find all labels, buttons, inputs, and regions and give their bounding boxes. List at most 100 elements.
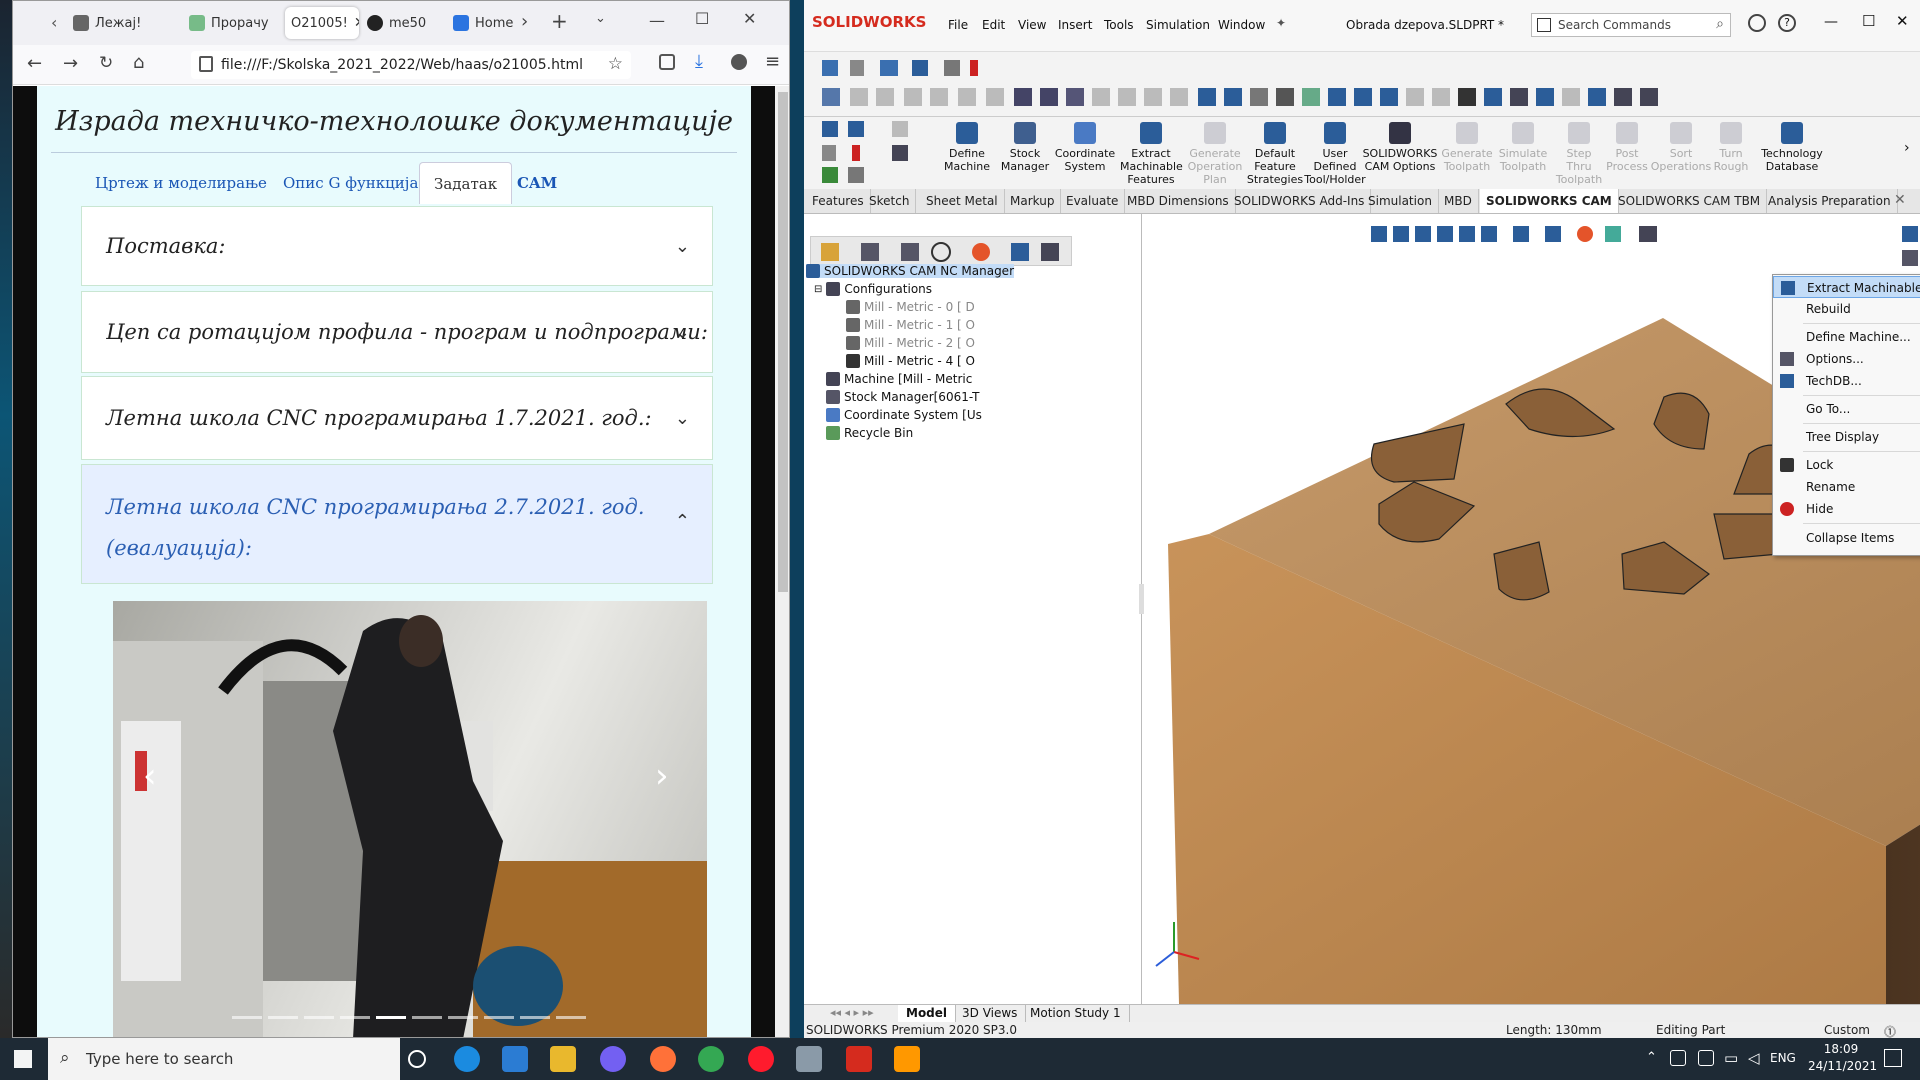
generate-toolpath-button[interactable]: Generate Toolpath	[1436, 118, 1498, 173]
user-icon[interactable]	[1748, 14, 1766, 32]
extensions-icon[interactable]	[731, 54, 747, 70]
reload-icon[interactable]: ↻	[99, 53, 113, 73]
tree-configuration-item-active[interactable]: Mill - Metric - 4 [ O	[846, 354, 975, 368]
default-feature-strategies-button[interactable]: Default Feature Strategies	[1244, 118, 1306, 186]
pin-icon[interactable]: ✦	[1276, 16, 1286, 30]
carousel-indicator[interactable]	[412, 1016, 442, 1019]
tab-analysis-preparation[interactable]: Analysis Preparation	[1762, 189, 1898, 213]
tab-solidworks-add-ins[interactable]: SOLIDWORKS Add-Ins	[1228, 189, 1372, 213]
help-icon[interactable]: ?	[1778, 14, 1796, 32]
minimize-icon[interactable]: —	[1824, 14, 1838, 30]
tab-motion-study[interactable]: Motion Study 1	[1022, 1005, 1130, 1022]
close-tab-icon[interactable]: ✕	[354, 15, 359, 31]
tab-g-functions[interactable]: Опис G функција	[269, 162, 432, 204]
back-icon[interactable]: ←	[27, 53, 42, 74]
search-commands-input[interactable]: Search Commands ⌕	[1531, 13, 1731, 37]
tree-coordinate-system[interactable]: Coordinate System [Us	[826, 408, 982, 422]
technology-database-button[interactable]: Technology Database	[1754, 118, 1830, 173]
browser-tab[interactable]: me50	[367, 7, 443, 39]
clock[interactable]: 18:09 24/11/2021	[1808, 1041, 1877, 1075]
taskbar-search-box[interactable]: ⌕ Type here to search	[48, 1038, 400, 1080]
browser-tab[interactable]: Лежај!	[73, 7, 169, 39]
carousel-indicator[interactable]	[268, 1016, 298, 1019]
carousel-indicator-active[interactable]	[376, 1016, 406, 1019]
extract-machinable-features-button[interactable]: Extract Machinable Features	[1120, 118, 1183, 186]
bookmark-star-icon[interactable]: ☆	[608, 54, 623, 74]
collapse-icon[interactable]: ⊟	[814, 284, 822, 295]
tab-3d-views[interactable]: 3D Views	[954, 1005, 1027, 1022]
menu-item-go-to[interactable]: Go To...	[1773, 398, 1920, 420]
task-view-icon[interactable]	[408, 1050, 426, 1068]
scroll-tabs-right-icon[interactable]: ›	[521, 11, 528, 32]
tree-configuration-item[interactable]: Mill - Metric - 2 [ O	[846, 336, 975, 350]
menu-item-techdb[interactable]: TechDB...	[1773, 370, 1920, 392]
tab-drawing[interactable]: Цртеж и моделирање	[81, 162, 281, 204]
close-window-icon[interactable]: ✕	[1896, 12, 1909, 30]
maximize-icon[interactable]: ☐	[695, 9, 709, 28]
menu-insert[interactable]: Insert	[1058, 18, 1092, 32]
tab-sheet-metal[interactable]: Sheet Metal	[920, 189, 1005, 213]
menu-icon[interactable]: ≡	[765, 51, 780, 72]
edge-icon[interactable]	[454, 1046, 480, 1072]
carousel-prev-icon[interactable]: ‹	[143, 756, 157, 796]
tab-mbd-dimensions[interactable]: MBD Dimensions	[1121, 189, 1236, 213]
new-tab-icon[interactable]: +	[551, 9, 568, 33]
menu-tools[interactable]: Tools	[1104, 18, 1134, 32]
carousel-indicator[interactable]	[556, 1016, 586, 1019]
menu-simulation[interactable]: Simulation	[1146, 18, 1210, 32]
search-scope-icon[interactable]	[1537, 18, 1551, 32]
tree-configuration-item[interactable]: Mill - Metric - 0 [ D	[846, 300, 975, 314]
app-icon[interactable]	[796, 1046, 822, 1072]
notifications-icon[interactable]	[1884, 1049, 1902, 1067]
tree-recycle-bin[interactable]: Recycle Bin	[826, 426, 913, 440]
tree-machine[interactable]: Machine [Mill - Metric	[826, 372, 972, 386]
volume-icon[interactable]: ◁	[1748, 1049, 1760, 1067]
tab-solidworks-cam[interactable]: SOLIDWORKS CAM	[1480, 189, 1619, 213]
carousel-indicator[interactable]	[520, 1016, 550, 1019]
carousel-indicator[interactable]	[340, 1016, 370, 1019]
file-explorer-icon[interactable]	[550, 1046, 576, 1072]
carousel-indicator[interactable]	[484, 1016, 514, 1019]
menu-item-collapse-items[interactable]: Collapse Items	[1773, 527, 1920, 549]
carousel-indicator[interactable]	[232, 1016, 262, 1019]
mail-icon[interactable]	[502, 1046, 528, 1072]
page-info-icon[interactable]	[199, 56, 213, 72]
tray-icon[interactable]	[1670, 1050, 1686, 1066]
close-window-icon[interactable]: ✕	[743, 9, 756, 28]
menu-item-extract-machinable-features[interactable]: Extract Machinable Features	[1773, 276, 1920, 298]
coordinate-system-button[interactable]: Coordinate System	[1054, 118, 1116, 173]
tab-model[interactable]: Model	[898, 1005, 957, 1022]
menu-item-lock[interactable]: Lock	[1773, 454, 1920, 476]
tab-mbd[interactable]: MBD	[1438, 189, 1479, 213]
url-bar[interactable]: file:///F:/Skolska_2021_2022/Web/haas/o2…	[191, 51, 631, 79]
user-defined-tool-holder-button[interactable]: User Defined Tool/Holder	[1304, 118, 1366, 186]
network-icon[interactable]: ▭	[1724, 1049, 1738, 1067]
carousel-indicator[interactable]	[304, 1016, 334, 1019]
maximize-icon[interactable]: ☐	[1862, 12, 1875, 30]
tree-configurations[interactable]: ⊟ Configurations	[814, 282, 932, 296]
accordion-item-expanded[interactable]: Летна школа CNC програмирања 2.7.2021. г…	[81, 464, 713, 584]
browser-tab[interactable]: Прорачу	[189, 7, 281, 39]
tray-icon[interactable]	[1698, 1050, 1714, 1066]
tree-root-nc-manager[interactable]: SOLIDWORKS CAM NC Manager	[806, 264, 1015, 278]
accordion-item[interactable]: Поставка: ⌄	[81, 206, 713, 286]
show-hidden-icons[interactable]: ⌃	[1646, 1050, 1657, 1065]
heads-up-view-toolbar[interactable]	[1369, 222, 1789, 246]
firefox-icon[interactable]	[650, 1046, 676, 1072]
menu-item-rebuild[interactable]: Rebuild	[1773, 298, 1920, 320]
home-icon[interactable]: ⌂	[133, 52, 144, 73]
search-icon[interactable]: ⌕	[1716, 16, 1724, 32]
carousel-indicator[interactable]	[448, 1016, 478, 1019]
accordion-item[interactable]: Летна школа CNC програмирања 1.7.2021. г…	[81, 376, 713, 460]
browser-tab-active[interactable]: O21005! ✕	[285, 7, 359, 39]
chrome-icon[interactable]	[698, 1046, 724, 1072]
tab-cam[interactable]: CAM	[503, 162, 571, 204]
accordion-item[interactable]: Цеп са ротацијом профила - програм и под…	[81, 291, 713, 373]
opera-icon[interactable]	[748, 1046, 774, 1072]
minimize-icon[interactable]: —	[649, 11, 665, 30]
language-indicator[interactable]: ENG	[1770, 1051, 1796, 1065]
turn-rough-button[interactable]: Turn Rough	[1700, 118, 1762, 173]
close-icon[interactable]: ✕	[1894, 192, 1906, 208]
menu-item-tree-display[interactable]: Tree Display›	[1773, 426, 1920, 448]
post-process-button[interactable]: Post Process	[1596, 118, 1658, 173]
